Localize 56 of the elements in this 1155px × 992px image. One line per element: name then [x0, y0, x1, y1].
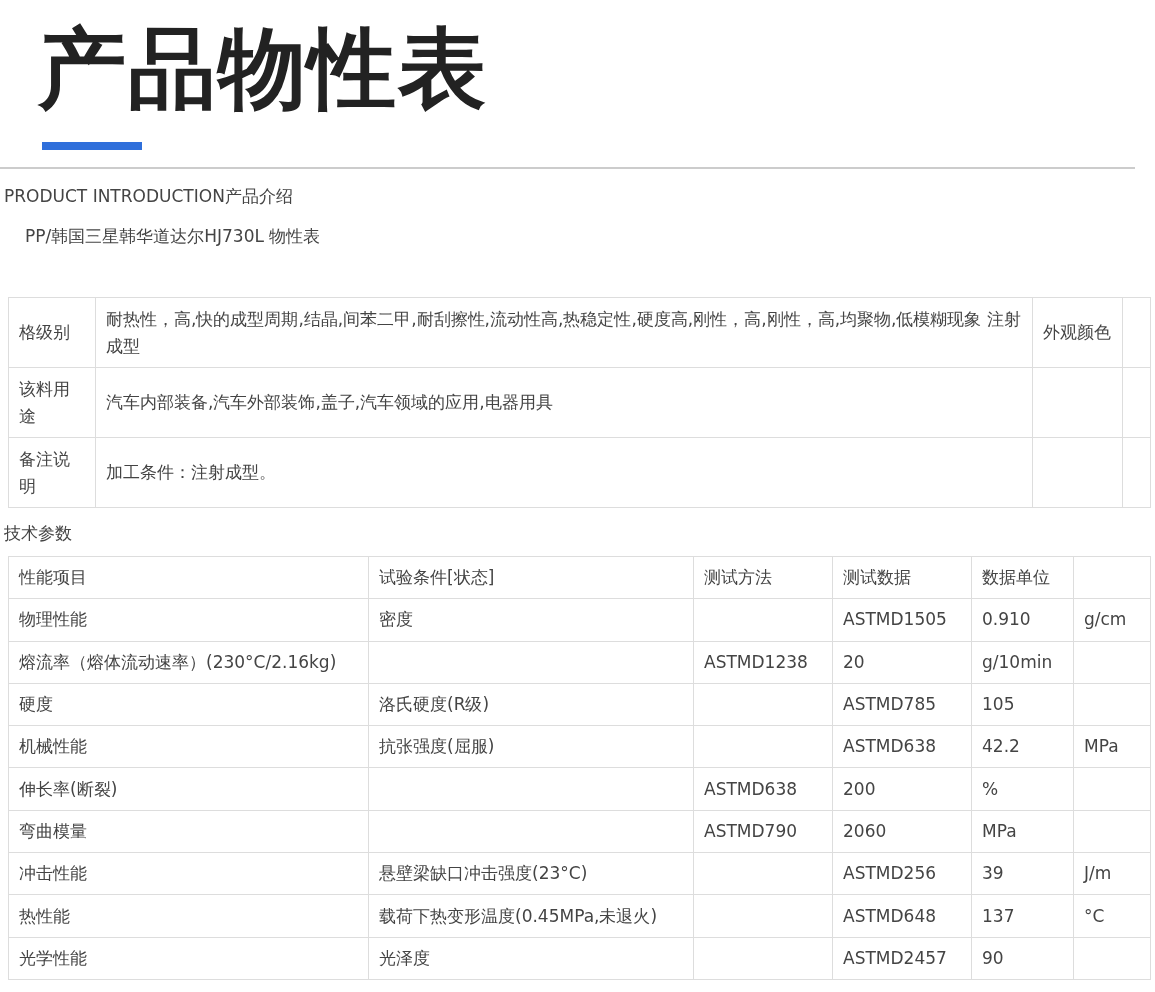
column-header: 性能项目 [8, 556, 369, 599]
table-cell: 200 [832, 768, 972, 811]
table-cell: 20 [832, 641, 972, 684]
table-cell: ASTMD638 [693, 768, 833, 811]
table-cell: ASTMD256 [832, 852, 972, 895]
table-cell: 光泽度 [368, 937, 694, 980]
table-cell: 伸长率(断裂) [8, 768, 369, 811]
column-header: 测试数据 [832, 556, 972, 599]
table-cell: ASTMD785 [832, 683, 972, 726]
product-name: PP/韩国三星韩华道达尔HJ730L 物性表 [24, 225, 322, 248]
table-cell: ASTMD1505 [832, 598, 972, 642]
table-cell: 该料用途 [8, 367, 96, 438]
table-cell: 90 [971, 937, 1074, 980]
table-cell: 39 [971, 852, 1074, 895]
table-cell: g/cm [1073, 598, 1151, 642]
table-cell: 熔流率（熔体流动速率）(230°C/2.16kg) [8, 641, 369, 684]
table-cell: 42.2 [971, 725, 1074, 768]
table-cell: 抗张强度(屈服) [368, 725, 694, 768]
column-header: 试验条件[状态] [368, 556, 694, 599]
table-cell: ASTMD648 [832, 894, 972, 938]
table-cell: 载荷下热变形温度(0.45MPa,未退火) [368, 894, 694, 938]
table-cell: % [971, 768, 1074, 811]
table-cell: 加工条件：注射成型。 [95, 437, 1033, 508]
section-heading: PRODUCT INTRODUCTION产品介绍 [3, 185, 294, 208]
table-cell: 光学性能 [8, 937, 369, 980]
table-cell: °C [1073, 894, 1151, 938]
table-cell: 105 [971, 683, 1074, 726]
table-cell: J/m [1073, 852, 1151, 895]
table-cell: 格级别 [8, 297, 96, 368]
column-header: 测试方法 [693, 556, 833, 599]
table-cell: 悬壁梁缺口冲击强度(23°C) [368, 852, 694, 895]
table-cell: 137 [971, 894, 1074, 938]
table-cell: 弯曲模量 [8, 810, 369, 853]
table-cell: ASTMD638 [832, 725, 972, 768]
table-cell: 物理性能 [8, 598, 369, 642]
table-cell: 备注说明 [8, 437, 96, 508]
table-cell: g/10min [971, 641, 1074, 684]
section-heading: 技术参数 [3, 522, 73, 545]
column-header: 数据单位 [971, 556, 1074, 599]
table-cell: MPa [971, 810, 1074, 853]
table-cell: 冲击性能 [8, 852, 369, 895]
table-cell: ASTMD1238 [693, 641, 833, 684]
table-cell: 洛氏硬度(R级) [368, 683, 694, 726]
table-cell: 2060 [832, 810, 972, 853]
table-cell: 密度 [368, 598, 694, 642]
table-cell: 外观颜色 [1032, 297, 1123, 368]
table-cell: ASTMD790 [693, 810, 833, 853]
table-cell: 热性能 [8, 894, 369, 938]
table-cell: 机械性能 [8, 725, 369, 768]
table-cell: ASTMD2457 [832, 937, 972, 980]
table-cell: 硬度 [8, 683, 369, 726]
table-cell: 汽车内部装备,汽车外部装饰,盖子,汽车领域的应用,电器用具 [95, 367, 1033, 438]
table-cell: 0.910 [971, 598, 1074, 642]
table-cell: MPa [1073, 725, 1151, 768]
page-title: 产品物性表 [37, 16, 489, 122]
table-cell: 耐热性，高,快的成型周期,结晶,间苯二甲,耐刮擦性,流动性高,热稳定性,硬度高,刚性，高,刚性，高,均聚物,低模糊现象 注射成型 [95, 297, 1033, 368]
